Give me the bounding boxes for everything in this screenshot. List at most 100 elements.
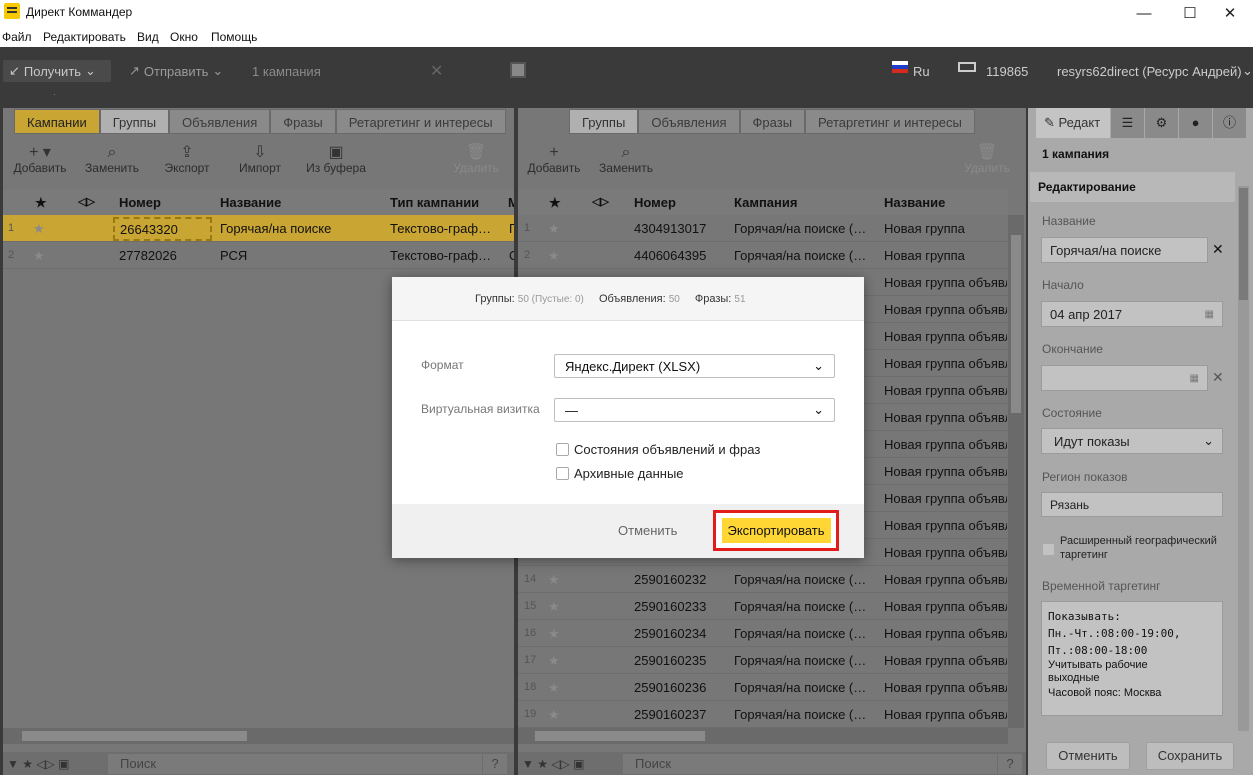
scrollbar-thumb[interactable] bbox=[1239, 188, 1248, 300]
save-button[interactable]: Сохранить bbox=[1146, 742, 1234, 770]
group-campaign[interactable]: Горячая/на поиске (… bbox=[734, 626, 876, 641]
group-id[interactable]: 2590160236 bbox=[634, 680, 729, 695]
replace-button[interactable]: ⌕ Заменить bbox=[84, 145, 140, 176]
scrollbar-thumb[interactable] bbox=[1011, 235, 1021, 413]
get-button[interactable]: ↙ Получить ⌄ bbox=[3, 60, 111, 82]
group-name[interactable]: Новая группа объявл bbox=[884, 383, 1007, 398]
star-icon[interactable]: ★ bbox=[548, 626, 560, 642]
status-icon[interactable]: ◁▷ bbox=[592, 195, 609, 208]
cancel-button[interactable]: Отменить bbox=[1046, 742, 1130, 770]
delete-button[interactable]: 🗑 Удалить bbox=[450, 145, 502, 176]
group-campaign[interactable]: Горячая/на поиске (… bbox=[734, 680, 876, 695]
info-icon[interactable]: ⓘ bbox=[1213, 108, 1246, 138]
star-icon[interactable]: ★ bbox=[35, 195, 47, 211]
group-id[interactable]: 2590160237 bbox=[634, 707, 729, 722]
group-id[interactable]: 2590160234 bbox=[634, 626, 729, 641]
minimize-button[interactable]: — bbox=[1121, 0, 1167, 26]
group-name[interactable]: Новая группа объявл bbox=[884, 707, 1007, 722]
group-campaign[interactable]: Горячая/на поиске (… bbox=[734, 572, 876, 587]
calendar-icon[interactable]: ▦ bbox=[1205, 309, 1214, 320]
group-campaign[interactable]: Горячая/на поиске (… bbox=[734, 653, 876, 668]
state-select[interactable]: Идут показы ⌄ bbox=[1041, 428, 1223, 454]
language[interactable]: Ru bbox=[907, 60, 936, 82]
group-name[interactable]: Новая группа объявл bbox=[884, 464, 1007, 479]
sliders-icon[interactable]: ☰ bbox=[1111, 108, 1144, 138]
chat-icon[interactable]: ● bbox=[1179, 108, 1212, 138]
campaign-type[interactable]: Текстово-граф… bbox=[390, 221, 500, 236]
group-name[interactable]: Новая группа bbox=[884, 221, 1007, 236]
menu-view[interactable]: Вид bbox=[137, 30, 159, 44]
from-clipboard-button[interactable]: ▣ Из буфера bbox=[303, 145, 369, 176]
star-icon[interactable]: ★ bbox=[548, 248, 560, 264]
scrollbar-thumb[interactable] bbox=[535, 731, 705, 741]
group-name[interactable]: Новая группа объявл bbox=[884, 653, 1007, 668]
group-name[interactable]: Новая группа объявл bbox=[884, 275, 1007, 290]
help-button[interactable]: ? bbox=[998, 754, 1022, 774]
campaign-name[interactable]: РСЯ bbox=[220, 248, 380, 263]
col-extra[interactable]: М bbox=[508, 195, 514, 210]
group-name[interactable]: Новая группа объявл bbox=[884, 572, 1007, 587]
group-name[interactable]: Новая группа объявл bbox=[884, 329, 1007, 344]
end-date-field[interactable]: ▦ bbox=[1041, 365, 1208, 391]
search-input[interactable]: Поиск bbox=[108, 754, 482, 774]
menu-window[interactable]: Окно bbox=[170, 30, 198, 44]
col-number[interactable]: Номер bbox=[634, 195, 676, 210]
group-campaign[interactable]: Горячая/на поиске (… bbox=[734, 248, 876, 263]
star-icon[interactable]: ★ bbox=[548, 599, 560, 615]
chevron-down-icon[interactable]: ⌄ bbox=[1236, 60, 1253, 82]
dialog-cancel-button[interactable]: Отменить bbox=[618, 523, 677, 538]
format-select[interactable]: Яндекс.Директ (XLSX) ⌄ bbox=[554, 354, 835, 378]
filter-icons[interactable]: ▼ ★ ◁▷ ▣ bbox=[522, 757, 584, 771]
user-account[interactable]: resyrs62direct (Ресурс Андрей) bbox=[1051, 60, 1248, 82]
col-name[interactable]: Название bbox=[884, 195, 945, 210]
video-icon[interactable] bbox=[510, 62, 526, 78]
add-button[interactable]: + Добавить bbox=[526, 145, 582, 176]
status-icon[interactable]: ◁▷ bbox=[78, 195, 95, 208]
menu-file[interactable]: Файл bbox=[2, 30, 32, 44]
group-name[interactable]: Новая группа объявл bbox=[884, 545, 1007, 560]
clear-icon[interactable]: ✕ bbox=[1212, 241, 1224, 258]
tab-ads[interactable]: Объявления bbox=[638, 109, 740, 134]
tab-campaigns[interactable]: Кампании bbox=[14, 109, 100, 134]
tab-ads[interactable]: Объявления bbox=[169, 109, 271, 134]
group-name[interactable]: Новая группа объявл bbox=[884, 626, 1007, 641]
clear-icon[interactable]: ✕ bbox=[424, 60, 449, 82]
export-button[interactable]: ⇪ Экспорт bbox=[160, 145, 214, 176]
star-icon[interactable]: ★ bbox=[548, 572, 560, 588]
vcard-select[interactable]: — ⌄ bbox=[554, 398, 835, 422]
group-id[interactable]: 2590160235 bbox=[634, 653, 729, 668]
help-button[interactable]: ? bbox=[483, 754, 507, 774]
region-field[interactable]: Рязань bbox=[1041, 492, 1223, 517]
group-id[interactable]: 4406064395 bbox=[634, 248, 729, 263]
replace-button[interactable]: ⌕ Заменить bbox=[598, 145, 654, 176]
group-campaign[interactable]: Горячая/на поиске (… bbox=[734, 221, 876, 236]
group-id[interactable]: 2590160232 bbox=[634, 572, 729, 587]
star-icon[interactable]: ★ bbox=[548, 680, 560, 696]
group-campaign[interactable]: Горячая/на поиске (… bbox=[734, 599, 876, 614]
send-button[interactable]: ↗ Отправить ⌄ bbox=[123, 60, 233, 82]
group-name[interactable]: Новая группа объявл bbox=[884, 437, 1007, 452]
group-name[interactable]: Новая группа объявл bbox=[884, 356, 1007, 371]
col-name[interactable]: Название bbox=[220, 195, 281, 210]
menu-edit[interactable]: Редактировать bbox=[43, 30, 126, 44]
group-id[interactable]: 4304913017 bbox=[634, 221, 729, 236]
campaign-type[interactable]: Текстово-граф… bbox=[390, 248, 500, 263]
star-icon[interactable]: ★ bbox=[548, 707, 560, 723]
campaign-id[interactable]: 26643320 bbox=[113, 217, 212, 241]
group-name[interactable]: Новая группа объявл bbox=[884, 599, 1007, 614]
group-name[interactable]: Новая группа объявл bbox=[884, 410, 1007, 425]
group-name[interactable]: Новая группа объявл bbox=[884, 302, 1007, 317]
group-name[interactable]: Новая группа объявл bbox=[884, 518, 1007, 533]
group-name[interactable]: Новая группа bbox=[884, 248, 1007, 263]
tab-retargeting[interactable]: Ретаргетинг и интересы bbox=[335, 109, 506, 134]
group-campaign[interactable]: Горячая/на поиске (… bbox=[734, 707, 876, 722]
tab-edit[interactable]: ✎ Редакт bbox=[1036, 108, 1110, 138]
group-name[interactable]: Новая группа объявл bbox=[884, 680, 1007, 695]
tab-groups[interactable]: Группы bbox=[99, 109, 170, 134]
start-date-field[interactable]: 04 апр 2017 ▦ bbox=[1041, 301, 1223, 327]
gear-icon[interactable]: ⚙ bbox=[1145, 108, 1178, 138]
tab-phrases[interactable]: Фразы bbox=[739, 109, 806, 134]
col-campaign[interactable]: Кампания bbox=[734, 195, 797, 210]
col-type[interactable]: Тип кампании bbox=[390, 195, 479, 210]
col-number[interactable]: Номер bbox=[119, 195, 161, 210]
